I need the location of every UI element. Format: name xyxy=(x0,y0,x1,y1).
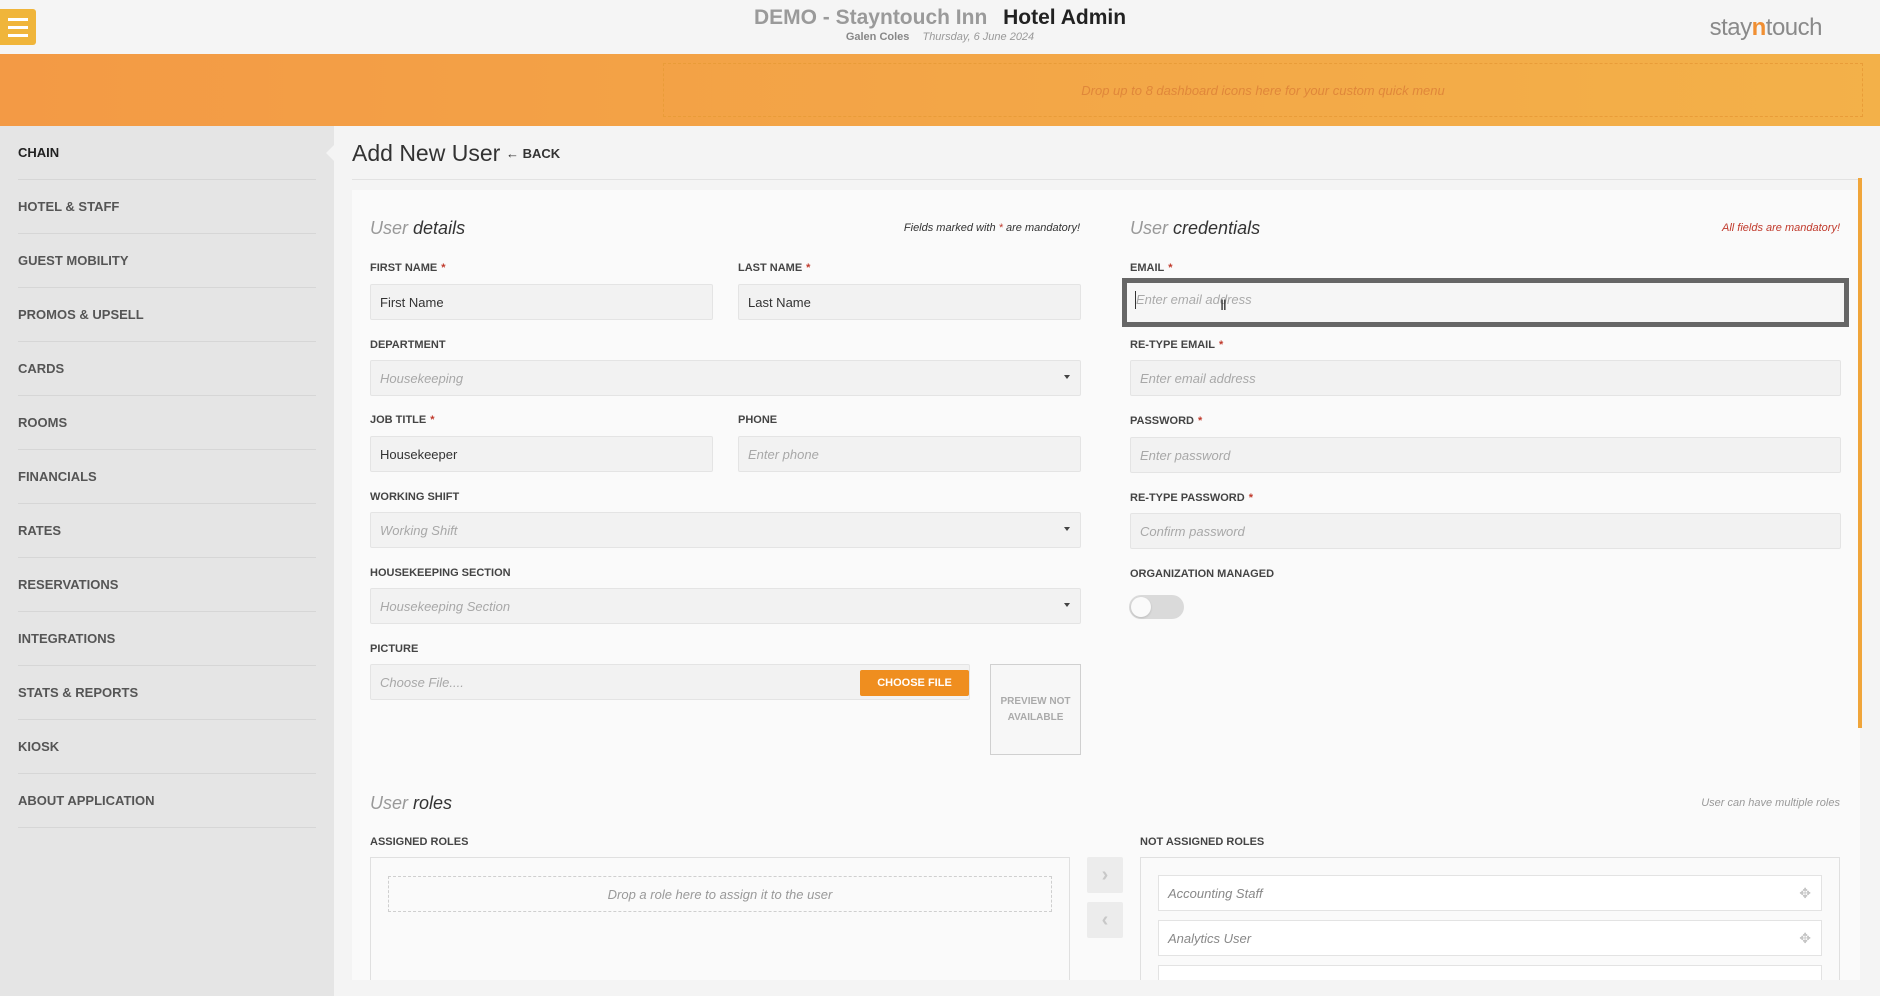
chevron-down-icon xyxy=(1064,603,1070,607)
toggle-knob xyxy=(1131,597,1151,617)
organization-managed-label: ORGANIZATION MANAGED xyxy=(1130,568,1275,580)
sidebar: CHAIN HOTEL & STAFF GUEST MOBILITY PROMO… xyxy=(0,126,334,996)
sidebar-item-financials[interactable]: FINANCIALS xyxy=(18,450,316,504)
sidebar-item-kiosk[interactable]: KIOSK xyxy=(18,720,316,774)
first-name-label: FIRST NAME * xyxy=(370,262,446,274)
organization-managed-toggle[interactable] xyxy=(1129,595,1184,619)
housekeeping-section-label: HOUSEKEEPING SECTION xyxy=(370,567,511,579)
active-item-pointer xyxy=(326,144,335,162)
role-item[interactable]: Accounting Staff ✥ xyxy=(1158,875,1822,911)
picture-label: PICTURE xyxy=(370,643,419,655)
top-bar: DEMO - Stayntouch Inn Hotel Admin Galen … xyxy=(0,0,1880,54)
role-item[interactable]: Analytics User ✥ xyxy=(1158,920,1822,956)
user-roles-title: User roles xyxy=(370,793,453,813)
choose-file-button[interactable]: CHOOSE FILE xyxy=(860,670,969,696)
page-title: Add New User xyxy=(352,140,501,166)
sidebar-item-rooms[interactable]: ROOMS xyxy=(18,396,316,450)
not-assigned-roles-label: NOT ASSIGNED ROLES xyxy=(1140,836,1265,848)
chevron-down-icon xyxy=(1064,527,1070,531)
quick-menu-dropzone[interactable]: Drop up to 8 dashboard icons here for yo… xyxy=(663,63,1863,117)
chevron-down-icon xyxy=(1064,375,1070,379)
back-button[interactable]: ← BACK xyxy=(506,146,560,161)
sidebar-item-integrations[interactable]: INTEGRATIONS xyxy=(18,612,316,666)
assigned-roles-dropzone[interactable]: Drop a role here to assign it to the use… xyxy=(388,876,1052,912)
current-date: Thursday, 6 June 2024 xyxy=(922,31,1035,43)
user-credentials-title: User credentials xyxy=(1130,218,1261,238)
sidebar-item-about-application[interactable]: ABOUT APPLICATION xyxy=(18,774,316,828)
drag-handle-icon[interactable]: ✥ xyxy=(1799,930,1811,947)
password-input[interactable]: Enter password xyxy=(1130,437,1841,473)
job-title-label: JOB TITLE * xyxy=(370,414,435,426)
multiple-roles-note: User can have multiple roles xyxy=(1701,797,1840,809)
sidebar-item-stats-reports[interactable]: STATS & REPORTS xyxy=(18,666,316,720)
assign-role-button[interactable]: › xyxy=(1087,857,1123,893)
back-arrow-icon: ← xyxy=(506,146,519,161)
phone-input[interactable]: Enter phone xyxy=(738,436,1081,472)
retype-email-input[interactable]: Enter email address xyxy=(1130,360,1841,396)
email-label: EMAIL * xyxy=(1130,262,1173,274)
sidebar-item-guest-mobility[interactable]: GUEST MOBILITY xyxy=(18,234,316,288)
last-name-input[interactable]: Last Name xyxy=(738,284,1081,320)
hotel-name: DEMO - Stayntouch Inn xyxy=(753,6,988,29)
header-title: DEMO - Stayntouch Inn Hotel Admin Galen … xyxy=(0,6,1880,43)
user-name: Galen Coles xyxy=(845,31,910,43)
sidebar-item-hotel-staff[interactable]: HOTEL & STAFF xyxy=(18,180,316,234)
retype-password-label: RE-TYPE PASSWORD * xyxy=(1130,492,1253,504)
drag-handle-icon[interactable]: ✥ xyxy=(1799,885,1811,902)
department-select[interactable]: Housekeeping xyxy=(370,360,1081,396)
retype-email-label: RE-TYPE EMAIL * xyxy=(1130,339,1224,351)
working-shift-label: WORKING SHIFT xyxy=(370,491,460,503)
first-name-input[interactable]: First Name xyxy=(370,284,713,320)
app-name: Hotel Admin xyxy=(1003,6,1127,29)
title-divider xyxy=(352,179,1862,180)
sidebar-item-promos-upsell[interactable]: PROMOS & UPSELL xyxy=(18,288,316,342)
email-input[interactable]: Enter email address xyxy=(1122,278,1849,327)
chevron-right-icon: › xyxy=(1101,863,1109,886)
sidebar-item-chain[interactable]: CHAIN xyxy=(18,126,316,180)
unassign-role-button[interactable]: ‹ xyxy=(1087,902,1123,938)
job-title-input[interactable]: Housekeeper xyxy=(370,436,713,472)
sidebar-item-reservations[interactable]: RESERVATIONS xyxy=(18,558,316,612)
chevron-left-icon: ‹ xyxy=(1101,908,1109,931)
assigned-roles-label: ASSIGNED ROLES xyxy=(370,836,469,848)
stayntouch-logo: stayntouch xyxy=(1709,14,1823,41)
picture-preview: PREVIEW NOT AVAILABLE xyxy=(990,664,1081,755)
vertical-scrollbar[interactable] xyxy=(1858,178,1862,728)
last-name-label: LAST NAME * xyxy=(738,262,811,274)
department-label: DEPARTMENT xyxy=(370,339,446,351)
sidebar-item-rates[interactable]: RATES xyxy=(18,504,316,558)
password-label: PASSWORD * xyxy=(1130,415,1203,427)
sidebar-item-cards[interactable]: CARDS xyxy=(18,342,316,396)
mandatory-note: Fields marked with * are mandatory! xyxy=(903,222,1080,234)
phone-label: PHONE xyxy=(738,414,778,426)
housekeeping-section-select[interactable]: Housekeeping Section xyxy=(370,588,1081,624)
working-shift-select[interactable]: Working Shift xyxy=(370,512,1081,548)
retype-password-input[interactable]: Confirm password xyxy=(1130,513,1841,549)
all-mandatory-note: All fields are mandatory! xyxy=(1722,222,1840,234)
user-details-title: User details xyxy=(370,218,466,238)
role-item-partial[interactable] xyxy=(1158,965,1822,980)
ibeam-cursor-icon: Ⅱ xyxy=(1220,297,1227,313)
